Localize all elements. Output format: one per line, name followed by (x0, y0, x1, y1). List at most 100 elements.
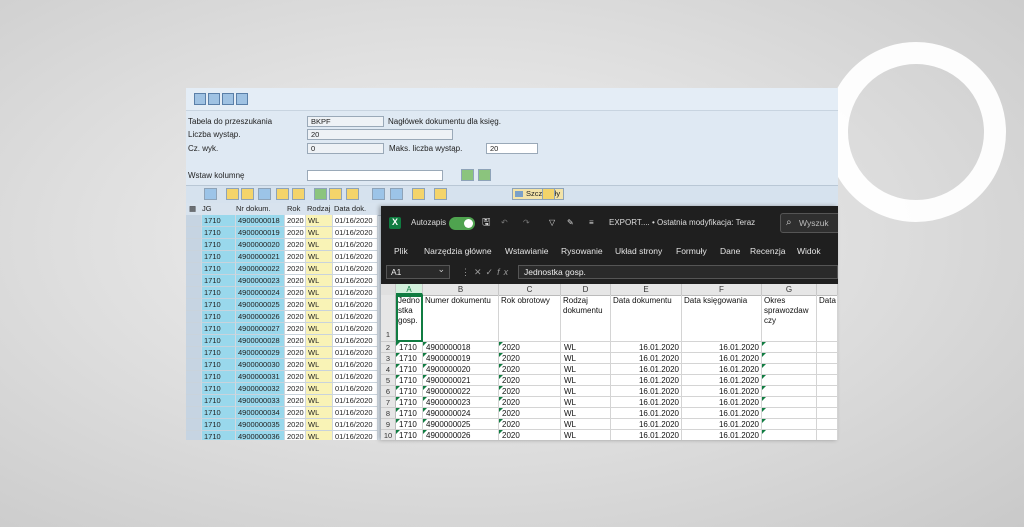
tab-data[interactable]: Dane (720, 244, 740, 258)
cell-b[interactable]: 4900000018 (423, 342, 499, 353)
cell-a[interactable]: 1710 (396, 375, 423, 386)
cell-rodzaj[interactable]: WL (306, 299, 333, 311)
header-cell-h[interactable]: Data (817, 295, 838, 342)
table-row[interactable]: 1710 4900000019 2020 WL 01/16/2020 (186, 227, 386, 239)
cell-c[interactable]: 2020 (499, 342, 561, 353)
cell-data-dok[interactable]: 01/16/2020 (333, 359, 378, 371)
cell-e[interactable]: 16.01.2020 (611, 342, 682, 353)
cell-jg[interactable]: 1710 (202, 215, 236, 227)
filter-icon[interactable]: ▽ (549, 216, 555, 230)
cell-a[interactable]: 1710 (396, 408, 423, 419)
tab-draw[interactable]: Rysowanie (561, 244, 603, 258)
info-icon[interactable] (236, 93, 248, 105)
row-selector[interactable] (186, 407, 202, 419)
tab-home[interactable]: Narzędzia główne (424, 244, 492, 258)
cell-rok[interactable]: 2020 (285, 215, 306, 227)
table-row[interactable]: 4 1710 4900000020 2020 WL 16.01.2020 16.01.202… (381, 364, 838, 375)
cell-jg[interactable]: 1710 (202, 335, 236, 347)
row-selector[interactable] (186, 395, 202, 407)
row-selector[interactable] (186, 335, 202, 347)
undo-icon[interactable]: ↶ (501, 216, 508, 230)
row-selector[interactable] (186, 383, 202, 395)
cell-g[interactable] (762, 386, 817, 397)
cell-jg[interactable]: 1710 (202, 239, 236, 251)
cell-nr-dokum[interactable]: 4900000031 (236, 371, 285, 383)
tab-review[interactable]: Recenzja (750, 244, 785, 258)
cell-g[interactable] (762, 353, 817, 364)
cell-data-dok[interactable]: 01/16/2020 (333, 335, 378, 347)
cell-d[interactable]: WL (561, 364, 611, 375)
cell-rok[interactable]: 2020 (285, 311, 306, 323)
cell-data-dok[interactable]: 01/16/2020 (333, 215, 378, 227)
table-row[interactable]: 1710 4900000025 2020 WL 01/16/2020 (186, 299, 386, 311)
cell-rodzaj[interactable]: WL (306, 215, 333, 227)
cell-rodzaj[interactable]: WL (306, 239, 333, 251)
cell-rodzaj[interactable]: WL (306, 395, 333, 407)
col-letter-d[interactable]: D (561, 284, 611, 295)
cell-c[interactable]: 2020 (499, 375, 561, 386)
table-row[interactable]: 7 1710 4900000023 2020 WL 16.01.2020 16.01.202… (381, 397, 838, 408)
sort-ascending-icon[interactable] (226, 188, 239, 200)
cell-h[interactable] (817, 353, 838, 364)
cell-f[interactable]: 16.01.2020 (682, 419, 762, 430)
details-icon[interactable] (204, 188, 217, 200)
cell-jg[interactable]: 1710 (202, 407, 236, 419)
cell-rodzaj[interactable]: WL (306, 275, 333, 287)
table-row[interactable]: 2 1710 4900000018 2020 WL 16.01.2020 16.01.202… (381, 342, 838, 353)
row-selector[interactable] (186, 359, 202, 371)
cell-data-dok[interactable]: 01/16/2020 (333, 407, 378, 419)
cell-g[interactable] (762, 408, 817, 419)
cell-rodzaj[interactable]: WL (306, 251, 333, 263)
cell-c[interactable]: 2020 (499, 408, 561, 419)
cell-jg[interactable]: 1710 (202, 311, 236, 323)
cell-data-dok[interactable]: 01/16/2020 (333, 371, 378, 383)
cell-data-dok[interactable]: 01/16/2020 (333, 347, 378, 359)
cell-d[interactable]: WL (561, 353, 611, 364)
table-row[interactable]: 1710 4900000022 2020 WL 01/16/2020 (186, 263, 386, 275)
cell-d[interactable]: WL (561, 419, 611, 430)
table-row[interactable]: 1710 4900000023 2020 WL 01/16/2020 (186, 275, 386, 287)
insert-column-all-button[interactable] (478, 169, 491, 181)
select-all-icon[interactable]: ▦ (189, 203, 196, 215)
cell-h[interactable] (817, 375, 838, 386)
cell-rodzaj[interactable]: WL (306, 371, 333, 383)
cell-nr-dokum[interactable]: 4900000030 (236, 359, 285, 371)
table-row[interactable]: 10 1710 4900000026 2020 WL 16.01.2020 16.01.20… (381, 430, 838, 440)
cell-b[interactable]: 4900000019 (423, 353, 499, 364)
tab-view[interactable]: Widok (797, 244, 821, 258)
col-header-nr-dokum[interactable]: Nr dokum. (236, 203, 271, 215)
cell-f[interactable]: 16.01.2020 (682, 364, 762, 375)
redo-icon[interactable]: ↷ (523, 216, 530, 230)
cell-rok[interactable]: 2020 (285, 251, 306, 263)
table-row[interactable]: 1710 4900000020 2020 WL 01/16/2020 (186, 239, 386, 251)
cell-nr-dokum[interactable]: 4900000021 (236, 251, 285, 263)
cell-h[interactable] (817, 342, 838, 353)
cell-data-dok[interactable]: 01/16/2020 (333, 227, 378, 239)
cell-nr-dokum[interactable]: 4900000024 (236, 287, 285, 299)
col-letter-f[interactable]: F (682, 284, 762, 295)
cell-rodzaj[interactable]: WL (306, 359, 333, 371)
tab-insert[interactable]: Wstawianie (505, 244, 548, 258)
row-number[interactable]: 8 (381, 408, 396, 419)
refresh-icon[interactable] (208, 93, 220, 105)
cell-e[interactable]: 16.01.2020 (611, 353, 682, 364)
table-row[interactable]: 1710 4900000034 2020 WL 01/16/2020 (186, 407, 386, 419)
cell-rok[interactable]: 2020 (285, 371, 306, 383)
table-row[interactable]: 1710 4900000024 2020 WL 01/16/2020 (186, 287, 386, 299)
table-row[interactable]: 1710 4900000036 2020 WL 01/16/2020 (186, 431, 386, 440)
table-row[interactable]: 1710 4900000035 2020 WL 01/16/2020 (186, 419, 386, 431)
insert-column-field[interactable] (307, 170, 443, 181)
cell-rok[interactable]: 2020 (285, 227, 306, 239)
row-number[interactable]: 2 (381, 342, 396, 353)
cell-data-dok[interactable]: 01/16/2020 (333, 395, 378, 407)
cell-data-dok[interactable]: 01/16/2020 (333, 383, 378, 395)
cell-a[interactable]: 1710 (396, 419, 423, 430)
table-row[interactable]: 1710 4900000028 2020 WL 01/16/2020 (186, 335, 386, 347)
filter-icon[interactable] (276, 188, 289, 200)
cell-jg[interactable]: 1710 (202, 383, 236, 395)
cell-e[interactable]: 16.01.2020 (611, 397, 682, 408)
cell-rok[interactable]: 2020 (285, 239, 306, 251)
cell-data-dok[interactable]: 01/16/2020 (333, 287, 378, 299)
cell-nr-dokum[interactable]: 4900000032 (236, 383, 285, 395)
cell-nr-dokum[interactable]: 4900000035 (236, 419, 285, 431)
